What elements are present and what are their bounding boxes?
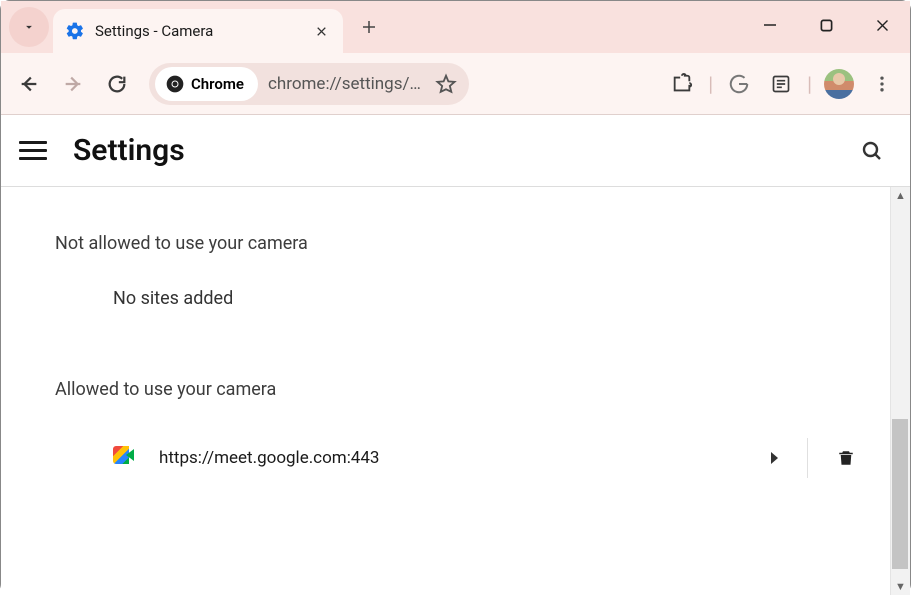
allowed-site-row: https://meet.google.com:443	[15, 422, 876, 494]
browser-tab[interactable]: Settings - Camera	[53, 9, 343, 53]
extensions-button[interactable]	[662, 64, 702, 104]
toolbar-actions: | |	[662, 64, 902, 104]
reload-button[interactable]	[97, 64, 137, 104]
kebab-menu-icon	[872, 74, 892, 94]
search-icon	[860, 139, 884, 163]
tab-title: Settings - Camera	[95, 22, 311, 40]
chevron-right-icon	[769, 451, 779, 465]
chrome-logo-icon	[165, 74, 185, 94]
scrollbar[interactable]: ▲ ▼	[890, 187, 910, 595]
chevron-down-icon	[22, 20, 36, 34]
tab-close-button[interactable]	[311, 21, 331, 41]
separator	[807, 438, 808, 478]
forward-button[interactable]	[53, 64, 93, 104]
scroll-up-button[interactable]: ▲	[895, 187, 906, 204]
trash-icon	[837, 447, 855, 469]
settings-gear-icon	[65, 21, 85, 41]
not-allowed-section-heading: Not allowed to use your camera	[15, 201, 876, 254]
window-controls	[742, 1, 910, 53]
arrow-left-icon	[18, 73, 40, 95]
tab-search-button[interactable]	[9, 7, 49, 47]
google-g-icon	[728, 73, 750, 95]
not-allowed-empty-text: No sites added	[15, 254, 876, 321]
close-icon	[875, 18, 890, 33]
reader-icon	[771, 74, 791, 94]
window-close-button[interactable]	[854, 1, 910, 49]
omnibox-chip-label: Chrome	[191, 75, 244, 93]
site-delete-button[interactable]	[816, 447, 876, 469]
omnibox-security-chip[interactable]: Chrome	[155, 67, 258, 101]
separator: |	[803, 72, 816, 96]
allowed-section-heading: Allowed to use your camera	[15, 321, 876, 400]
maximize-icon	[820, 19, 833, 32]
minimize-icon	[763, 18, 777, 32]
site-details-button[interactable]	[749, 451, 799, 465]
search-settings-button[interactable]	[852, 131, 892, 171]
reload-icon	[106, 73, 128, 95]
settings-header: Settings	[1, 115, 910, 187]
window-maximize-button[interactable]	[798, 1, 854, 49]
bookmark-button[interactable]	[429, 73, 463, 95]
reading-list-button[interactable]	[761, 64, 801, 104]
settings-menu-button[interactable]	[19, 137, 47, 165]
camera-settings-panel: Not allowed to use your camera No sites …	[1, 187, 890, 595]
omnibox[interactable]: Chrome chrome://settings/…	[149, 63, 469, 105]
browser-toolbar: Chrome chrome://settings/… | |	[1, 53, 910, 115]
google-meet-icon	[113, 446, 135, 464]
browser-menu-button[interactable]	[862, 64, 902, 104]
settings-content: Not allowed to use your camera No sites …	[1, 187, 910, 595]
site-url: https://meet.google.com:443	[159, 448, 749, 468]
window-minimize-button[interactable]	[742, 1, 798, 49]
arrow-right-icon	[62, 73, 84, 95]
google-shortcut-button[interactable]	[719, 64, 759, 104]
close-icon	[315, 25, 328, 38]
new-tab-button[interactable]	[353, 11, 385, 43]
page-title: Settings	[73, 133, 852, 168]
scrollbar-thumb[interactable]	[892, 419, 908, 569]
puzzle-icon	[671, 73, 693, 95]
plus-icon	[360, 18, 378, 36]
omnibox-url: chrome://settings/…	[268, 74, 421, 94]
back-button[interactable]	[9, 64, 49, 104]
site-favicon	[113, 446, 137, 470]
profile-avatar-button[interactable]	[824, 69, 854, 99]
scroll-down-button[interactable]: ▼	[895, 578, 906, 595]
titlebar: Settings - Camera	[1, 1, 910, 53]
star-icon	[435, 73, 457, 95]
separator: |	[704, 72, 717, 96]
